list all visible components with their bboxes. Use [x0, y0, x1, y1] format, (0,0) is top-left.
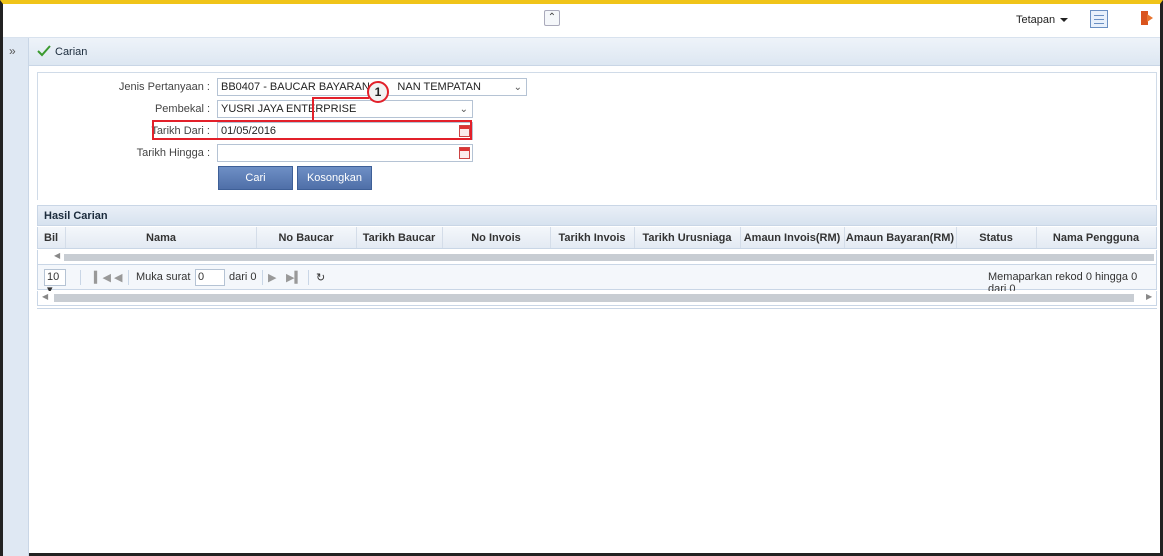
kosongkan-button[interactable]: Kosongkan [297, 166, 372, 190]
last-page-icon[interactable]: ▶▍ [286, 271, 303, 284]
scrollbar-thumb[interactable] [54, 294, 1134, 302]
column-header-amaun-invois[interactable]: Amaun Invois(RM) [740, 232, 844, 244]
window-frame: ⌃ Tetapan » Carian Jenis Pertanyaan : BB… [0, 0, 1163, 556]
page-of-label: dari 0 [229, 271, 257, 283]
calendar-icon[interactable] [459, 147, 470, 159]
top-bar: ⌃ Tetapan [3, 4, 1160, 38]
callout-leader-vertical [312, 98, 314, 121]
exit-icon[interactable] [1140, 10, 1154, 26]
jenis-pertanyaan-row: Jenis Pertanyaan : BB0407 - BAUCAR BAYAR… [38, 78, 638, 96]
column-header-tarikh-baucar[interactable]: Tarikh Baucar [356, 232, 442, 244]
chevron-down-icon: ⌄ [459, 104, 468, 115]
jenis-pertanyaan-value-tail: NAN TEMPATAN [397, 81, 481, 93]
pembekal-select[interactable]: YUSRI JAYA ENTERPRISE ⌄ [217, 100, 473, 118]
previous-page-icon[interactable]: ◀ [114, 271, 122, 284]
results-title: Hasil Carian [44, 210, 108, 222]
first-page-icon[interactable]: ▍◀ [94, 271, 111, 284]
left-sidebar-strip: » [3, 38, 29, 556]
checkmark-icon [37, 45, 51, 57]
scrollbar-thumb[interactable] [64, 254, 1154, 261]
column-header-status[interactable]: Status [956, 232, 1036, 244]
column-header-amaun-bayaran[interactable]: Amaun Bayaran(RM) [844, 232, 956, 244]
refresh-icon[interactable]: ↻ [316, 271, 325, 284]
settings-menu[interactable]: Tetapan [1016, 14, 1069, 26]
pagination-bar: 10 ▾ ▍◀ ◀ Muka surat 0 dari 0 ▶ ▶▍ ↻ Mem… [37, 264, 1157, 296]
pembekal-value: YUSRI JAYA ENTERPRISE [221, 103, 357, 115]
panel-title: Carian [55, 46, 88, 58]
page-number-input[interactable]: 0 [195, 269, 225, 286]
double-chevron-right-icon[interactable]: » [9, 44, 16, 58]
scroll-left-icon[interactable]: ◀ [54, 251, 60, 260]
caret-down-icon [1060, 18, 1069, 23]
page-horizontal-scrollbar[interactable]: ◀ ▶ [37, 291, 1157, 306]
column-header-bil[interactable]: Bil [44, 232, 58, 244]
jenis-pertanyaan-value: BB0407 - BAUCAR BAYARAN- [221, 81, 374, 93]
column-header-tarikh-invois[interactable]: Tarikh Invois [550, 232, 634, 244]
scroll-right-icon[interactable]: ▶ [1146, 292, 1152, 301]
tarikh-hingga-input[interactable] [217, 144, 473, 162]
jenis-pertanyaan-label: Jenis Pertanyaan : [118, 81, 210, 93]
callout-leader-horizontal [312, 97, 369, 99]
form-buttons-row: Cari Kosongkan [38, 166, 638, 190]
results-grid-header: Bil Nama No Baucar Tarikh Baucar No Invo… [37, 227, 1157, 249]
column-header-nama-pengguna[interactable]: Nama Pengguna [1036, 232, 1156, 244]
cari-button[interactable]: Cari [218, 166, 293, 190]
tarikh-hingga-row: Tarikh Hingga : [38, 144, 638, 162]
chevron-down-icon: ⌄ [513, 82, 522, 93]
column-header-tarikh-urusniaga[interactable]: Tarikh Urusniaga [634, 232, 740, 244]
pembekal-row: Pembekal : YUSRI JAYA ENTERPRISE ⌄ [38, 100, 638, 118]
page-number-value: 0 [198, 271, 205, 283]
tarikh-hingga-label: Tarikh Hingga : [136, 147, 210, 159]
page-size-select[interactable]: 10 ▾ [44, 269, 66, 296]
scroll-left-icon[interactable]: ◀ [42, 292, 48, 301]
column-header-no-invois[interactable]: No Invois [442, 232, 550, 244]
grid-horizontal-scrollbar[interactable]: ◀ [37, 250, 1157, 264]
list-view-icon[interactable] [1090, 10, 1108, 28]
column-header-no-baucar[interactable]: No Baucar [256, 232, 356, 244]
highlight-box-tarikh-dari [152, 120, 472, 140]
page-size-value: 10 [47, 271, 60, 283]
search-panel-header: Carian [29, 38, 1160, 66]
results-header: Hasil Carian [37, 205, 1157, 226]
settings-label: Tetapan [1016, 14, 1056, 26]
callout-badge: 1 [367, 81, 389, 103]
double-chevron-up-icon[interactable]: ⌃ [544, 10, 560, 26]
pembekal-label: Pembekal : [154, 103, 210, 115]
grid-bottom-border [37, 306, 1157, 309]
next-page-icon[interactable]: ▶ [268, 271, 276, 284]
page-label: Muka surat [136, 271, 191, 283]
column-header-nama[interactable]: Nama [66, 232, 256, 244]
